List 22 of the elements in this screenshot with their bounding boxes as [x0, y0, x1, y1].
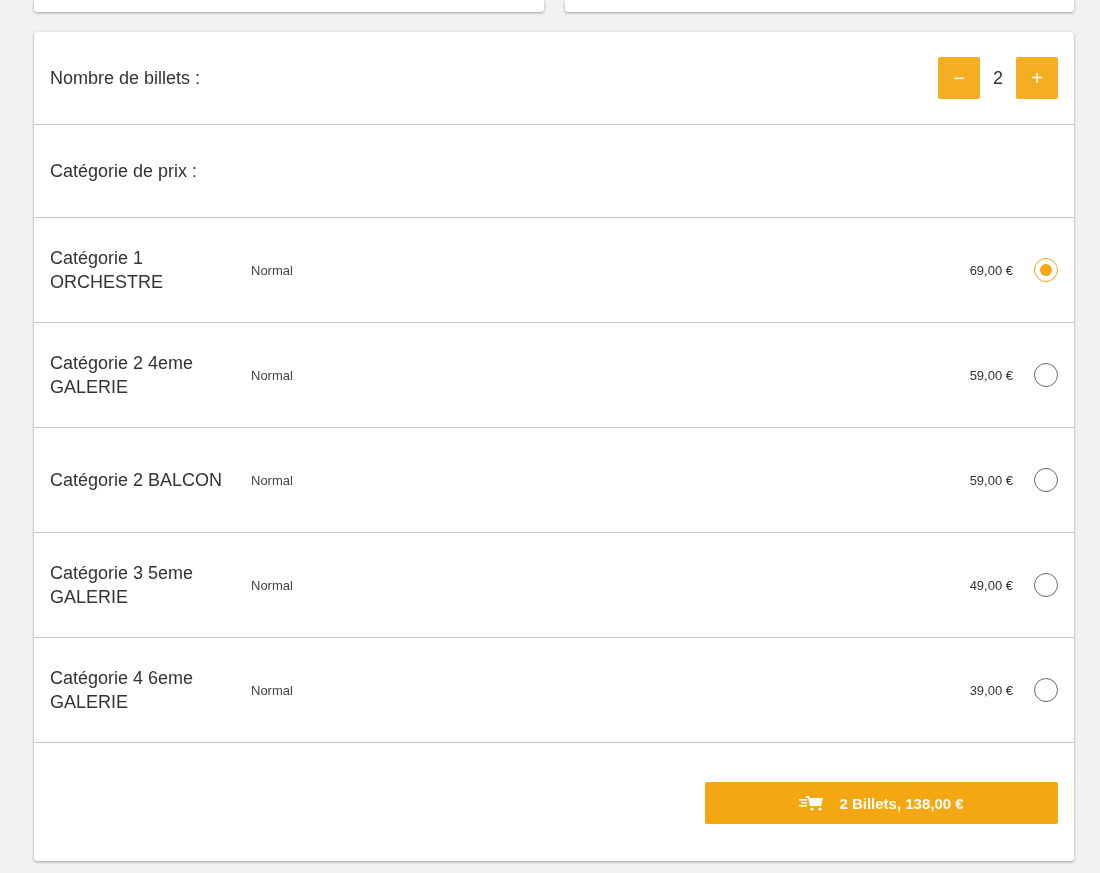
price-text: 69,00 € — [969, 262, 1013, 278]
cart-icon — [799, 795, 826, 811]
category-name: Catégorie 1 ORCHESTRE — [50, 247, 164, 294]
rate-label: Normal — [251, 262, 293, 278]
decrement-button[interactable]: − — [938, 57, 980, 99]
category-name: Catégorie 4 6eme GALERIE — [50, 667, 195, 714]
rate-label: Normal — [251, 367, 293, 383]
category-name: Catégorie 3 5eme GALERIE — [50, 562, 195, 609]
price-text: 59,00 € — [969, 472, 1013, 488]
increment-button[interactable]: + — [1016, 57, 1058, 99]
category-name: Catégorie 2 4eme GALERIE — [50, 352, 195, 399]
category-name: Catégorie 2 BALCON — [50, 469, 224, 492]
rate-label: Normal — [251, 472, 293, 488]
price-text: 59,00 € — [969, 367, 1013, 383]
price-text: 49,00 € — [969, 577, 1013, 593]
add-to-cart-button[interactable]: 2 Billets, 138,00 € — [705, 782, 1058, 824]
price-category-label: Catégorie de prix : — [50, 160, 198, 182]
price-text: 39,00 € — [969, 682, 1013, 698]
ticket-count-value: 2 — [992, 67, 1004, 89]
rate-label: Normal — [251, 577, 293, 593]
rate-label: Normal — [251, 682, 293, 698]
ticket-count-label: Nombre de billets : — [50, 67, 201, 89]
